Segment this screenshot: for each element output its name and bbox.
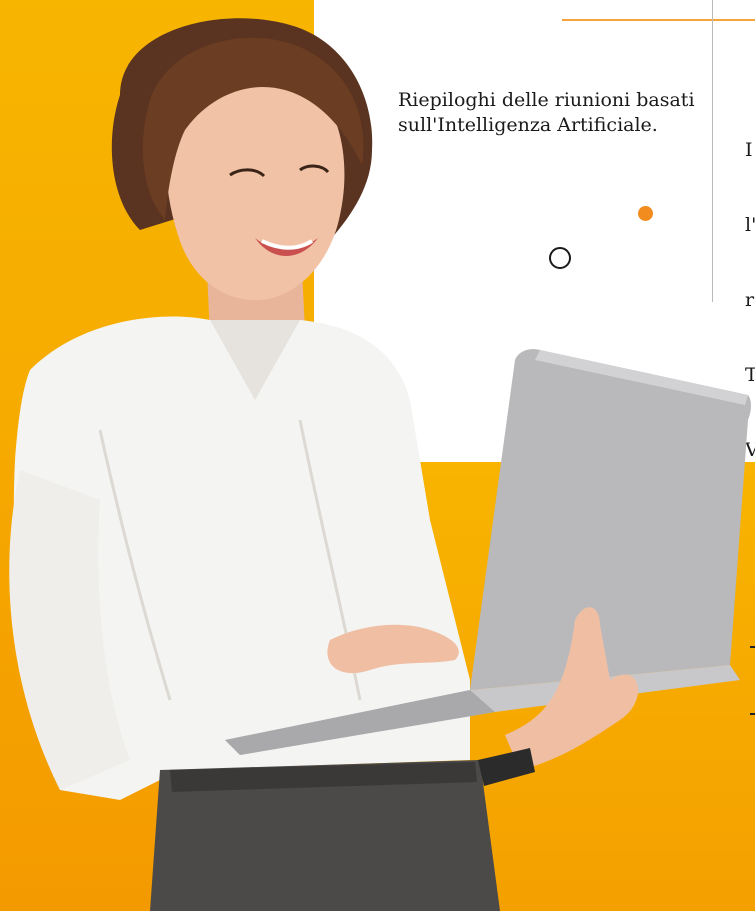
woman-with-laptop-photo [9,18,751,911]
